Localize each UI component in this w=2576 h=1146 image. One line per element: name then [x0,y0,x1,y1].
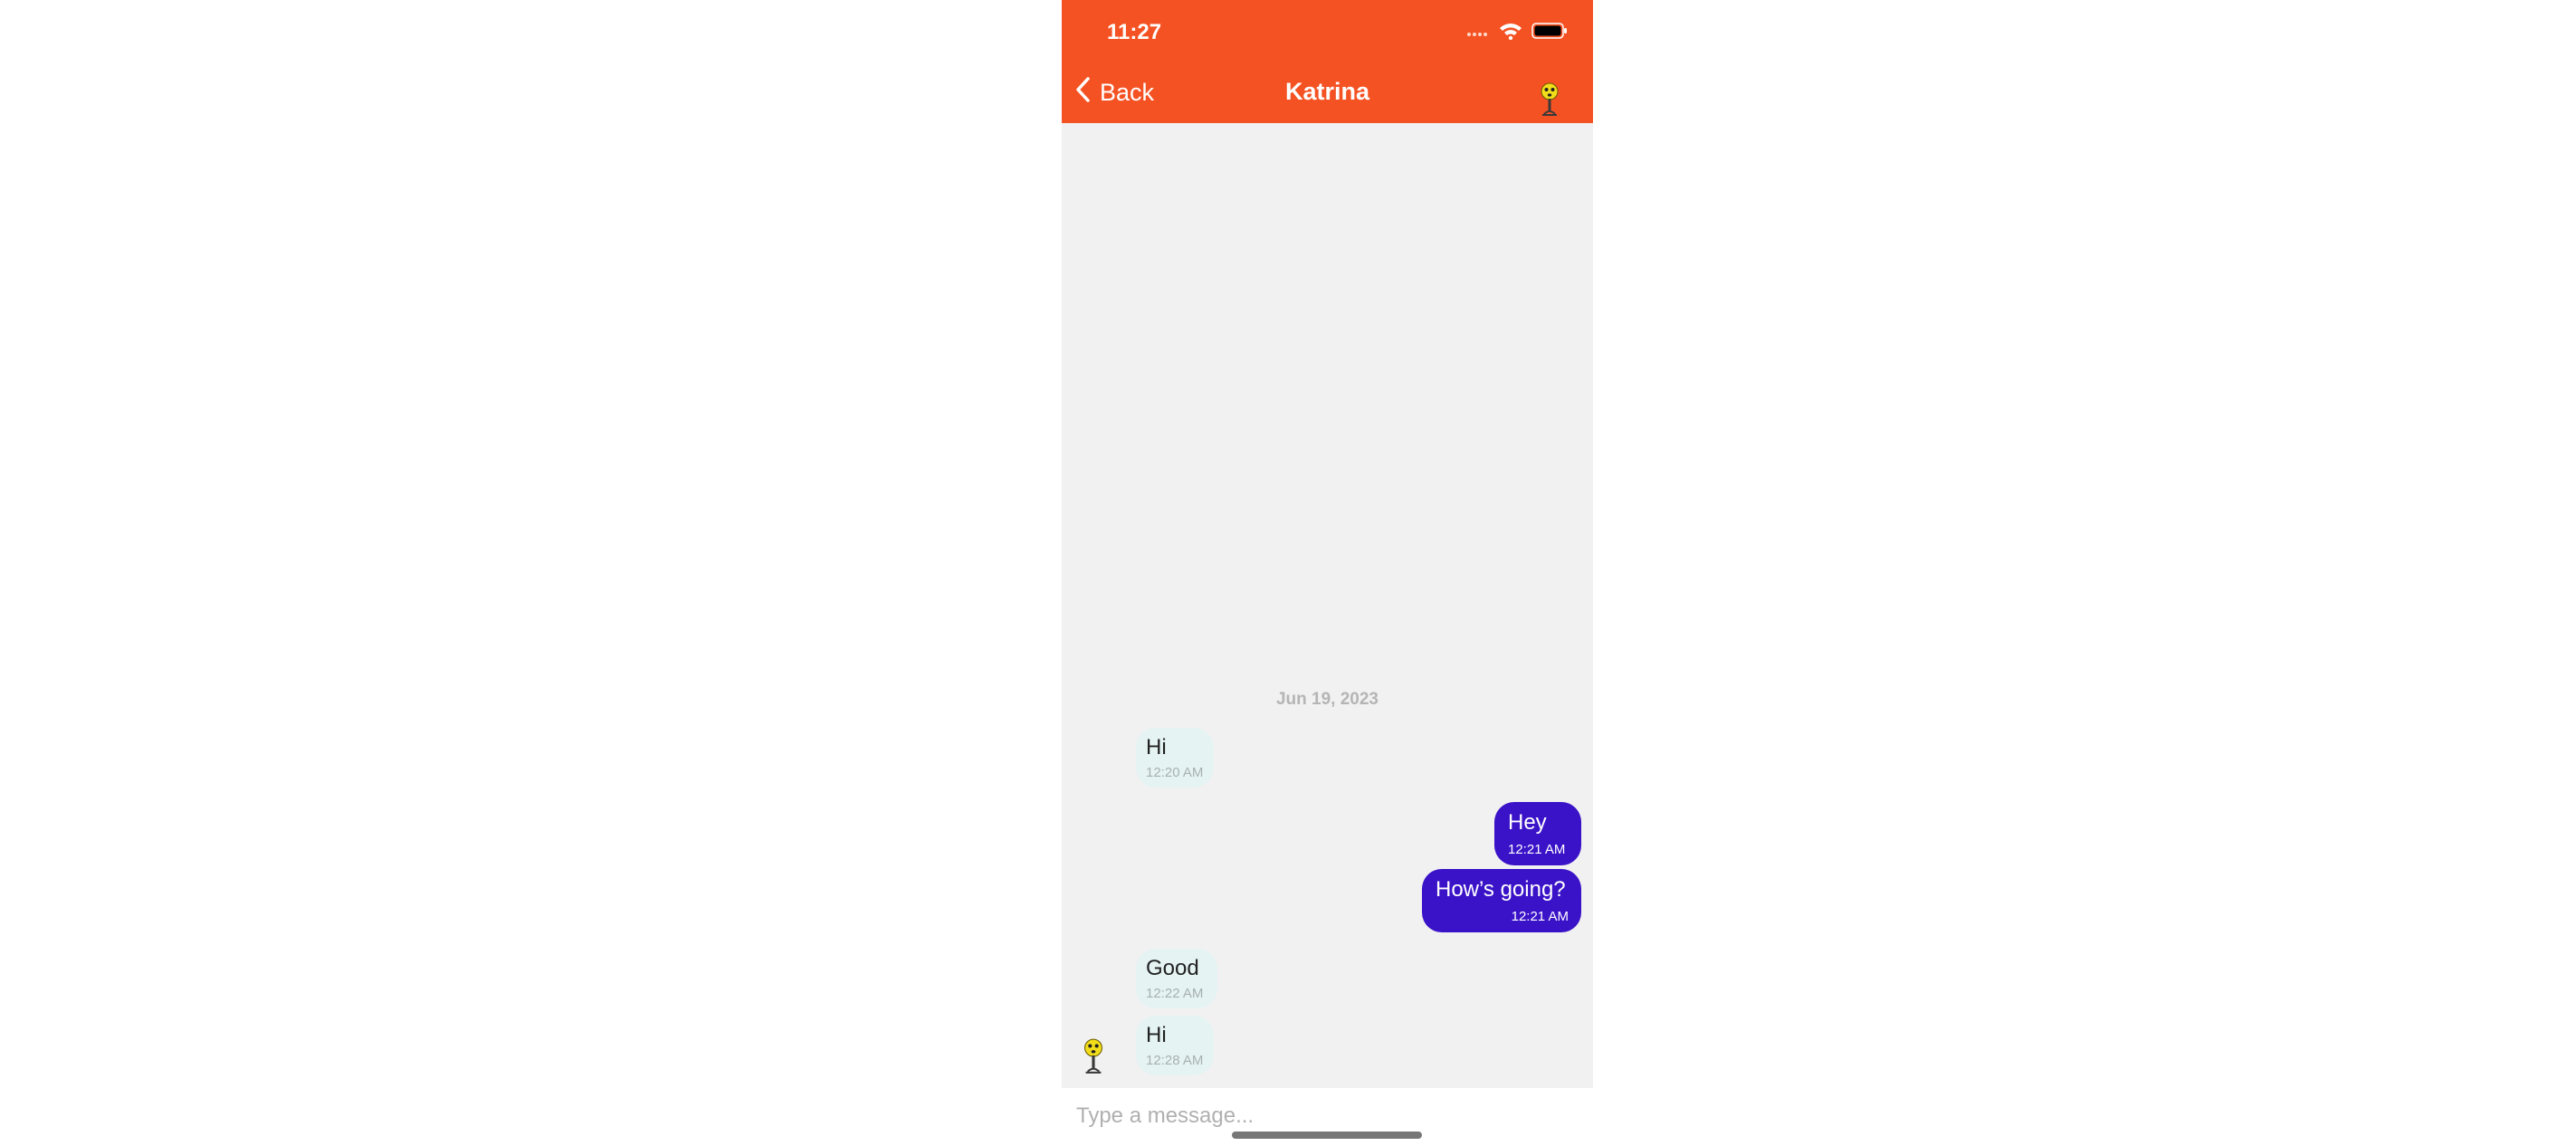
message-text: Hey [1508,810,1547,835]
header-bar: 11:27 Back Katrina [1062,0,1593,123]
status-icons [1466,22,1568,44]
date-divider: Jun 19, 2023 [1275,690,1379,709]
message-text: Good [1146,956,1199,980]
sender-avatar[interactable] [1082,1037,1105,1080]
message-time: 12:20 AM [1146,765,1204,780]
chat-screen: 11:27 Back Katrina Jun 19, 2023 Hi 12:20… [1062,0,1593,1146]
contact-avatar-button[interactable] [1539,81,1560,122]
message-time: 12:21 AM [1511,909,1569,924]
cellular-signal-icon [1466,25,1490,42]
emoji-avatar-icon [1539,82,1560,121]
battery-icon [1531,22,1568,44]
message-input[interactable] [1074,1097,1576,1135]
message-text: Hi [1146,1023,1167,1047]
message-time: 12:21 AM [1508,842,1566,857]
message-bubble-outgoing[interactable]: How’s going? 12:21 AM [1422,869,1581,932]
message-bubble-incoming[interactable]: Hi 12:20 AM [1136,728,1214,788]
status-time: 11:27 [1107,20,1162,44]
emoji-avatar-icon [1082,1038,1105,1079]
message-bubble-incoming[interactable]: Hi 12:28 AM [1136,1016,1214,1075]
message-bubble-incoming[interactable]: Good 12:22 AM [1136,949,1217,1008]
message-text: Hi [1146,735,1167,759]
message-time: 12:28 AM [1146,1053,1204,1068]
message-bubble-outgoing[interactable]: Hey 12:21 AM [1494,802,1581,865]
message-time: 12:22 AM [1146,986,1204,1001]
chevron-left-icon [1074,76,1091,110]
back-button[interactable]: Back [1074,76,1154,110]
message-text: How’s going? [1436,877,1566,902]
wifi-icon [1499,22,1522,44]
home-indicator[interactable] [1232,1132,1422,1139]
back-label: Back [1100,79,1155,106]
